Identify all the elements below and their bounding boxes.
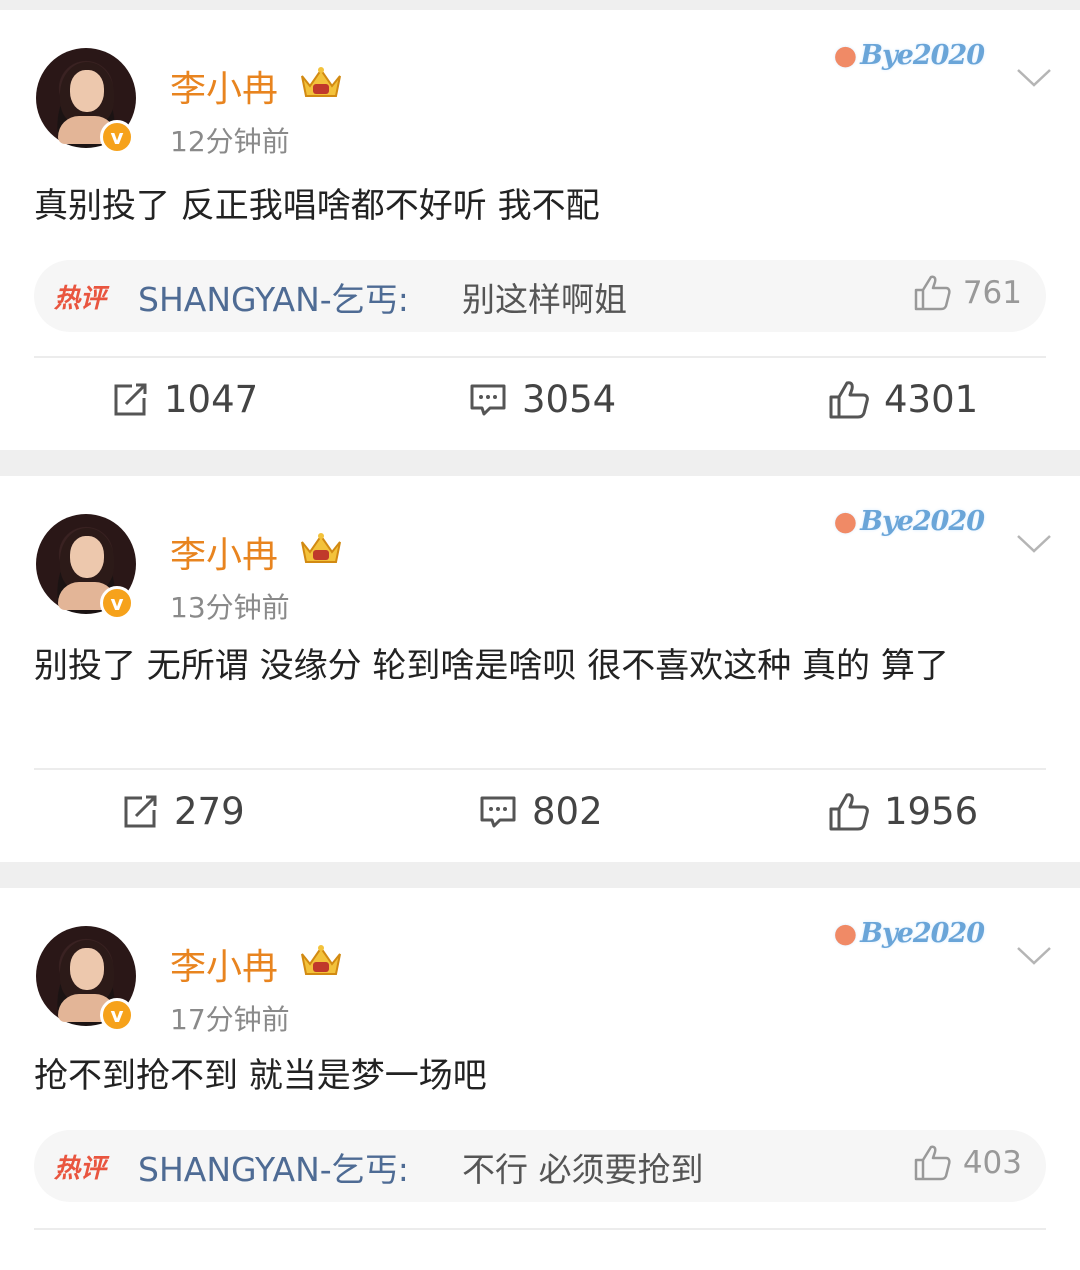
post-content: 真别投了 反正我唱啥都不好听 我不配 xyxy=(34,186,600,226)
watermark-decoration: ● Bye2020 xyxy=(833,506,985,537)
post-time: 12分钟前 xyxy=(170,125,290,158)
comment-button[interactable]: 802 xyxy=(478,790,603,833)
hot-comment-like-count: 403 xyxy=(962,1145,1022,1181)
like-count: 1956 xyxy=(884,790,979,833)
post-content: 抢不到抢不到 就当是梦一场吧 xyxy=(34,1056,487,1096)
hot-comment-text: 不行 必须要抢到 xyxy=(462,1150,704,1189)
comment-icon xyxy=(480,796,516,827)
hot-comment-like-count: 761 xyxy=(962,275,1022,311)
like-button[interactable]: 4301 xyxy=(828,378,978,421)
comment-button[interactable]: 3054 xyxy=(468,378,616,421)
hot-comment-text: 别这样啊姐 xyxy=(462,280,627,319)
action-bar: 1047 3054 4301 xyxy=(0,370,1080,440)
divider xyxy=(34,1228,1046,1230)
post-card: v 李小冉 12分钟前 ● Bye2020 真别投了 反正我唱啥都不好听 我不配 … xyxy=(0,10,1080,450)
hot-comment-user[interactable]: SHANGYAN-乞丐: xyxy=(138,1143,409,1191)
watermark-decoration: ● Bye2020 xyxy=(833,40,985,71)
chevron-down-icon[interactable] xyxy=(1016,944,1052,968)
repost-count: 1047 xyxy=(164,378,259,421)
hot-comment-label: 热评 xyxy=(54,284,107,314)
hot-comment-like[interactable]: 403 xyxy=(913,1144,1022,1182)
hot-comment-like[interactable]: 761 xyxy=(913,274,1022,312)
repost-count: 279 xyxy=(174,790,245,833)
chevron-down-icon[interactable] xyxy=(1016,532,1052,556)
crown-badge-icon xyxy=(301,945,341,975)
like-button[interactable]: 1956 xyxy=(828,790,978,833)
comment-count: 3054 xyxy=(522,378,617,421)
post-card: v 李小冉 13分钟前 ● Bye2020 别投了 无所谓 没缘分 轮到啥是啥呗 … xyxy=(0,476,1080,862)
like-icon xyxy=(914,1145,951,1181)
divider xyxy=(34,356,1046,358)
repost-icon xyxy=(124,795,157,827)
crown-badge-icon xyxy=(301,533,341,563)
like-icon xyxy=(914,275,951,311)
action-bar: 279 802 1956 xyxy=(0,782,1080,852)
repost-button[interactable]: 1047 xyxy=(110,378,258,421)
username[interactable]: 李小冉 xyxy=(170,526,278,578)
watermark-decoration: ● Bye2020 xyxy=(833,918,985,949)
hot-comment[interactable]: 热评 SHANGYAN-乞丐: 别这样啊姐 761 xyxy=(34,260,1046,332)
verified-badge-icon: v xyxy=(100,120,134,154)
hot-comment[interactable]: 热评 SHANGYAN-乞丐: 不行 必须要抢到 403 xyxy=(34,1130,1046,1202)
hot-comment-label: 热评 xyxy=(54,1154,107,1184)
comment-count: 802 xyxy=(532,790,603,833)
repost-button[interactable]: 279 xyxy=(120,790,245,833)
post-time: 17分钟前 xyxy=(170,1003,290,1036)
post-card: v 李小冉 17分钟前 ● Bye2020 抢不到抢不到 就当是梦一场吧 热评 S… xyxy=(0,888,1080,1270)
username[interactable]: 李小冉 xyxy=(170,60,278,112)
username[interactable]: 李小冉 xyxy=(170,938,278,990)
post-time: 13分钟前 xyxy=(170,591,290,624)
crown-badge-icon xyxy=(301,67,341,97)
chevron-down-icon[interactable] xyxy=(1016,66,1052,90)
like-icon xyxy=(829,380,869,418)
post-content: 别投了 无所谓 没缘分 轮到啥是啥呗 很不喜欢这种 真的 算了 xyxy=(34,646,949,686)
like-count: 4301 xyxy=(884,378,979,421)
repost-icon xyxy=(114,383,147,415)
like-icon xyxy=(829,792,869,830)
comment-icon xyxy=(470,384,506,415)
divider xyxy=(34,768,1046,770)
hot-comment-user[interactable]: SHANGYAN-乞丐: xyxy=(138,273,409,321)
verified-badge-icon: v xyxy=(100,998,134,1032)
verified-badge-icon: v xyxy=(100,586,134,620)
